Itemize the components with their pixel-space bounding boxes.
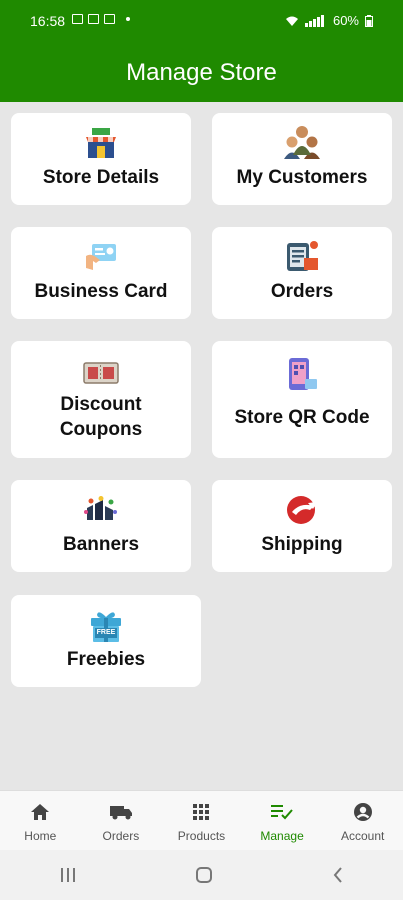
orders-card[interactable]: Orders	[212, 227, 392, 319]
nav-account-label: Account	[340, 829, 385, 843]
home-icon	[31, 804, 50, 820]
store-qr-card[interactable]: Store QR Code	[212, 341, 392, 458]
system-nav-bar	[0, 850, 403, 900]
truck-icon	[109, 806, 132, 820]
orders-icon	[287, 241, 318, 271]
nav-manage[interactable]: Manage	[242, 791, 323, 850]
image-icon	[72, 14, 83, 24]
nav-orders-label: Orders	[102, 829, 140, 843]
freebie-badge: FREE	[95, 628, 117, 638]
page-title: Manage Store	[126, 59, 277, 86]
recent-apps-icon[interactable]	[59, 867, 77, 883]
nav-home[interactable]: Home	[0, 791, 81, 850]
checklist-icon	[271, 805, 293, 820]
business-card-icon	[86, 244, 116, 270]
battery-icon	[365, 14, 373, 27]
bottom-nav: Home Orders Products Manage Account	[0, 790, 403, 850]
app-bar: Manage Store	[0, 44, 403, 102]
nav-products[interactable]: Products	[161, 791, 242, 850]
discount-coupons-card[interactable]: Discount Coupons	[11, 341, 191, 458]
my-customers-label: My Customers	[236, 167, 368, 188]
shipping-card[interactable]: Shipping	[212, 480, 392, 572]
shipping-icon	[287, 496, 317, 524]
nav-account[interactable]: Account	[322, 791, 403, 850]
battery-percent: 60%	[332, 13, 359, 28]
calendar-icon	[88, 14, 99, 24]
discount-coupons-label-line1: Discount	[60, 394, 142, 415]
dot-icon	[126, 17, 130, 21]
nav-home-label: Home	[24, 829, 57, 843]
grid-icon	[193, 804, 210, 820]
system-icons: 60%	[285, 13, 373, 28]
home-button-icon[interactable]	[195, 866, 213, 884]
account-icon	[353, 803, 372, 821]
store-details-label: Store Details	[42, 167, 160, 188]
freebies-label: Freebies	[66, 649, 146, 670]
storefront-icon	[86, 128, 116, 158]
mail-icon	[104, 14, 115, 24]
notification-icons	[72, 14, 130, 24]
business-card-card[interactable]: Business Card	[11, 227, 191, 319]
customers-icon	[284, 126, 320, 159]
freebies-card[interactable]: FREE Freebies	[11, 595, 201, 687]
my-customers-card[interactable]: My Customers	[212, 113, 392, 205]
store-qr-label: Store QR Code	[234, 407, 370, 428]
status-time: 16:58	[30, 13, 66, 29]
signal-icon	[304, 14, 324, 27]
business-card-label: Business Card	[34, 281, 168, 302]
qr-code-icon	[289, 358, 317, 390]
wifi-icon	[285, 16, 298, 26]
nav-manage-label: Manage	[260, 829, 304, 843]
back-icon[interactable]	[332, 866, 344, 884]
coupon-icon	[83, 362, 119, 384]
store-details-card[interactable]: Store Details	[11, 113, 191, 205]
nav-products-label: Products	[177, 829, 226, 843]
gift-icon: FREE	[89, 609, 123, 643]
orders-label: Orders	[270, 281, 334, 302]
shipping-label: Shipping	[261, 534, 343, 555]
status-bar: 16:58 60%	[0, 0, 403, 44]
banners-label: Banners	[62, 534, 140, 555]
banners-icon	[84, 496, 117, 520]
nav-orders[interactable]: Orders	[81, 791, 162, 850]
banners-card[interactable]: Banners	[11, 480, 191, 572]
discount-coupons-label-line2: Coupons	[59, 419, 143, 440]
